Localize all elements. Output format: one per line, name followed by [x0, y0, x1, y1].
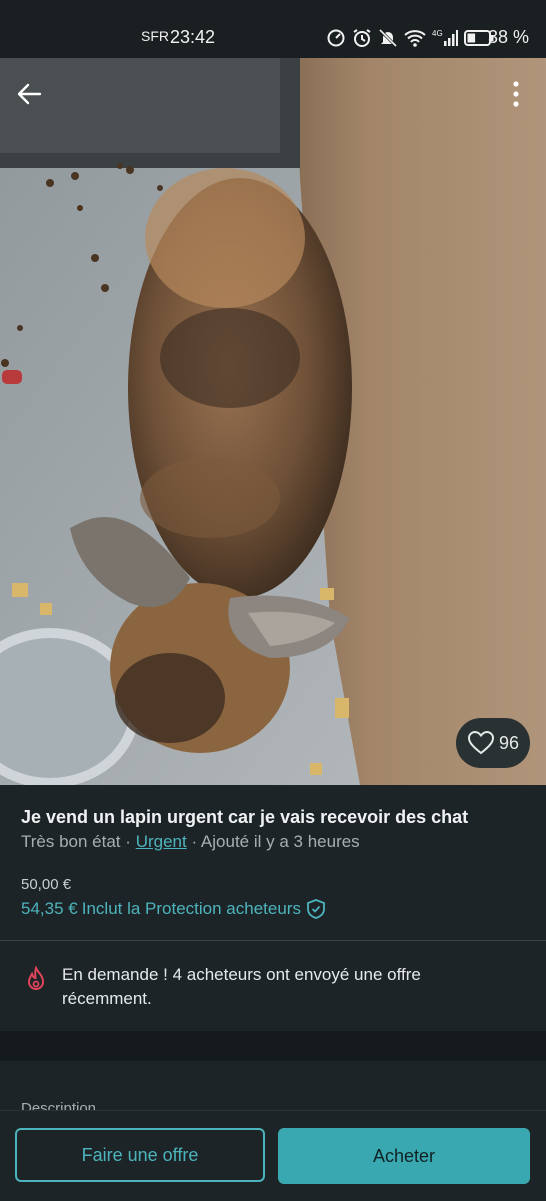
- added-time: Ajouté il y a 3 heures: [200, 832, 360, 851]
- status-icons: 4G: [326, 28, 494, 48]
- back-button[interactable]: [14, 78, 46, 110]
- flame-icon: [27, 966, 45, 990]
- status-bar: SFR 23:42 4G 38 %: [0, 0, 546, 58]
- meta-separator: ·: [191, 832, 198, 851]
- cell-signal-icon: 4G: [432, 29, 458, 46]
- listing-title: Je vend un lapin urgent car je vais rece…: [21, 807, 469, 827]
- more-vertical-icon: [513, 81, 519, 107]
- listing-photo[interactable]: [0, 58, 546, 785]
- speedometer-icon: [327, 29, 345, 47]
- shield-check-icon: [307, 899, 325, 919]
- urgent-tag-link[interactable]: Urgent: [136, 832, 187, 851]
- item-price: 50,00 €: [21, 876, 72, 893]
- protection-label: Inclut la Protection acheteurs: [81, 899, 301, 918]
- total-price: 54,35 €: [21, 899, 78, 918]
- demand-notice: En demande ! 4 acheteurs ont envoyé une …: [62, 965, 421, 1008]
- favorite-button[interactable]: 96: [456, 718, 530, 768]
- back-arrow-icon: [17, 83, 42, 105]
- listing-meta: Très bon état · Urgent · Ajouté il y a 3…: [21, 832, 360, 852]
- alarm-icon: [353, 29, 371, 47]
- section-separator: [0, 1031, 546, 1061]
- make-offer-button[interactable]: Faire une offre: [15, 1128, 265, 1182]
- battery-percent: 38 %: [488, 27, 530, 47]
- more-options-button[interactable]: [505, 78, 527, 112]
- clock: 23:42: [170, 27, 216, 47]
- buy-button[interactable]: Acheter: [278, 1128, 530, 1184]
- favorite-count: 96: [498, 732, 520, 753]
- divider: [0, 940, 546, 941]
- bell-off-icon: [378, 28, 398, 48]
- wifi-icon: [404, 30, 426, 47]
- rabbit-photo: [0, 58, 546, 785]
- buyer-protection-price[interactable]: 54,35 € Inclut la Protection acheteurs: [21, 898, 327, 920]
- condition-label: Très bon état: [21, 832, 121, 851]
- svg-text:4G: 4G: [432, 29, 443, 38]
- meta-separator: ·: [125, 832, 131, 851]
- carrier-label: SFR: [141, 28, 169, 44]
- heart-icon: [467, 730, 494, 755]
